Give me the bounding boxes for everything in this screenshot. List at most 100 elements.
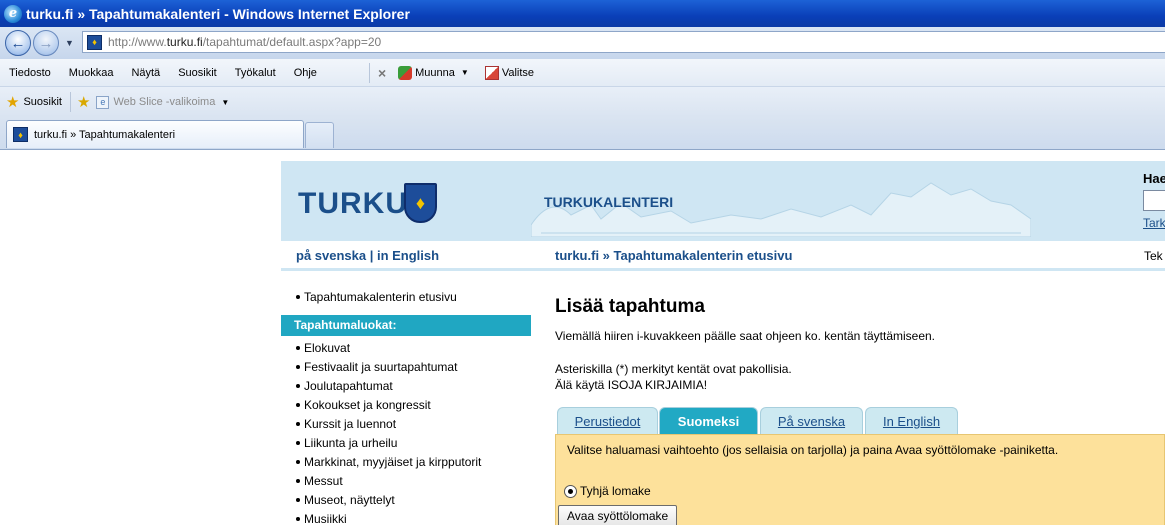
address-bar[interactable]: ♦ http://www. turku.fi/tapahtumat/default… xyxy=(82,31,1165,53)
category-label: Joulutapahtumat xyxy=(304,379,393,393)
window-titlebar: e turku.fi » Tapahtumakalenteri - Window… xyxy=(0,0,1165,27)
category-label: Liikunta ja urheilu xyxy=(304,436,398,450)
category-heading: Tapahtumaluokat: xyxy=(281,315,531,336)
chevron-down-icon[interactable]: ▼ xyxy=(221,98,229,107)
webslice-gallery-link[interactable]: Web Slice -valikoima xyxy=(113,96,215,108)
bullet-icon xyxy=(296,345,300,350)
category-label: Musiikki xyxy=(304,512,347,525)
new-tab-button[interactable] xyxy=(305,122,334,148)
menu-file[interactable]: Tiedosto xyxy=(0,67,59,79)
menu-edit[interactable]: Muokkaa xyxy=(59,67,122,79)
close-toolbar-icon[interactable]: × xyxy=(378,65,386,81)
required-notes: Asteriskilla (*) merkityt kentät ovat pa… xyxy=(555,361,792,393)
bullet-icon xyxy=(296,294,300,299)
favorites-star-icon[interactable]: ★ xyxy=(6,93,19,111)
category-list: Elokuvat Festivaalit ja suurtapahtumat J… xyxy=(296,339,481,525)
category-label: Festivaalit ja suurtapahtumat xyxy=(304,360,458,374)
webslice-icon: e xyxy=(96,95,110,109)
required-note: Asteriskilla (*) merkityt kentät ovat pa… xyxy=(555,362,792,376)
main-content: Lisää tapahtuma Viemällä hiiren i-kuvakk… xyxy=(555,296,1165,392)
add-favorite-icon[interactable]: ★ xyxy=(77,93,90,111)
text-size-link[interactable]: Tek xyxy=(1144,249,1163,263)
category-label: Elokuvat xyxy=(304,341,351,355)
category-item[interactable]: Kokoukset ja kongressit xyxy=(296,396,481,415)
site-favicon-icon: ♦ xyxy=(87,34,102,50)
advanced-search-link[interactable]: Tark xyxy=(1143,216,1165,230)
forward-button[interactable]: → xyxy=(33,30,59,56)
tab-in-english[interactable]: In English xyxy=(865,407,958,435)
radio-button[interactable] xyxy=(564,484,577,498)
language-links[interactable]: på svenska | in English xyxy=(296,248,439,263)
empty-form-option[interactable]: Tyhjä lomake xyxy=(564,484,651,498)
category-item[interactable]: Markkinat, myyjäiset ja kirpputorit xyxy=(296,453,481,472)
site-header: TURKU ♦ TURKUKALENTERI Hae Tark xyxy=(281,161,1165,241)
category-item[interactable]: Musiikki xyxy=(296,510,481,525)
radio-label: Tyhjä lomake xyxy=(580,484,651,498)
bullet-icon xyxy=(296,383,300,388)
caps-note: Älä käytä ISOJA KIRJAIMIA! xyxy=(555,378,708,392)
menu-view[interactable]: Näytä xyxy=(121,67,168,79)
favorites-separator xyxy=(69,92,71,112)
category-item[interactable]: Elokuvat xyxy=(296,339,481,358)
category-item[interactable]: Festivaalit ja suurtapahtumat xyxy=(296,358,481,377)
category-label: Kurssit ja luennot xyxy=(304,417,397,431)
browser-tab-row: ♦ turku.fi » Tapahtumakalenteri xyxy=(0,117,1165,150)
internet-explorer-icon: e xyxy=(4,4,22,23)
sidebar-home-link[interactable]: Tapahtumakalenterin etusivu xyxy=(296,290,457,304)
favorites-button[interactable]: Suosikit xyxy=(23,96,62,108)
bullet-icon xyxy=(296,516,300,521)
valitse-button[interactable]: Valitse xyxy=(484,65,535,80)
category-item[interactable]: Museot, näyttelyt xyxy=(296,491,481,510)
valitse-label: Valitse xyxy=(501,66,535,79)
url-path: /tapahtumat/default.aspx?app=20 xyxy=(202,35,382,49)
chevron-down-icon[interactable]: ▼ xyxy=(461,68,469,77)
url-domain: turku.fi xyxy=(166,35,203,49)
form-tabs: Perustiedot Suomeksi På svenska In Engli… xyxy=(555,407,1165,435)
menu-tools[interactable]: Työkalut xyxy=(225,67,284,79)
category-label: Museot, näyttelyt xyxy=(304,493,395,507)
muunna-label: Muunna xyxy=(415,66,455,79)
help-text: Viemällä hiiren i-kuvakkeen päälle saat … xyxy=(555,329,936,343)
history-dropdown-icon[interactable]: ▼ xyxy=(65,38,74,48)
bullet-icon xyxy=(296,459,300,464)
sidebar-home-label: Tapahtumakalenterin etusivu xyxy=(304,290,457,304)
category-item[interactable]: Joulutapahtumat xyxy=(296,377,481,396)
form-panel: Valitse haluamasi vaihtoehto (jos sellai… xyxy=(555,434,1165,525)
form-instructions: Valitse haluamasi vaihtoehto (jos sellai… xyxy=(567,443,1059,457)
bullet-icon xyxy=(296,421,300,426)
bullet-icon xyxy=(296,440,300,445)
open-form-button[interactable]: Avaa syöttölomake xyxy=(558,505,678,525)
muunna-button[interactable]: Muunna ▼ xyxy=(398,65,475,80)
tab-pa-svenska[interactable]: På svenska xyxy=(760,407,863,435)
search-label: Hae xyxy=(1143,171,1165,186)
bullet-icon xyxy=(296,497,300,502)
category-label: Messut xyxy=(304,474,343,488)
tab-perustiedot[interactable]: Perustiedot xyxy=(557,407,658,435)
breadcrumb[interactable]: turku.fi » Tapahtumakalenterin etusivu xyxy=(555,248,792,263)
toolbar-separator xyxy=(368,62,370,83)
tab-suomeksi[interactable]: Suomeksi xyxy=(659,407,758,435)
menu-bar: Tiedosto Muokkaa Näytä Suosikit Työkalut… xyxy=(0,59,1165,87)
category-item[interactable]: Kurssit ja luennot xyxy=(296,415,481,434)
category-label: Kokoukset ja kongressit xyxy=(304,398,431,412)
bullet-icon xyxy=(296,478,300,483)
turku-logo-text[interactable]: TURKU xyxy=(298,187,408,221)
favorites-bar: ★ Suosikit ★ e Web Slice -valikoima ▼ xyxy=(0,87,1165,117)
search-input[interactable] xyxy=(1143,190,1165,211)
back-button[interactable]: ← xyxy=(5,30,31,56)
category-label: Markkinat, myyjäiset ja kirpputorit xyxy=(304,455,482,469)
select-icon xyxy=(484,65,499,80)
convert-icon xyxy=(398,65,413,80)
url-prefix: http://www. xyxy=(108,35,167,49)
navigation-line: på svenska | in English turku.fi » Tapah… xyxy=(281,241,1165,271)
turku-crest-icon: ♦ xyxy=(404,183,437,223)
window-title: turku.fi » Tapahtumakalenteri - Windows … xyxy=(26,5,410,22)
site-favicon-icon: ♦ xyxy=(13,127,28,142)
category-item[interactable]: Liikunta ja urheilu xyxy=(296,434,481,453)
menu-favorites[interactable]: Suosikit xyxy=(168,67,225,79)
browser-tab-active[interactable]: ♦ turku.fi » Tapahtumakalenteri xyxy=(6,120,304,148)
address-toolbar: ← → ▼ ♦ http://www. turku.fi/tapahtumat/d… xyxy=(0,27,1165,59)
menu-help[interactable]: Ohje xyxy=(284,67,325,79)
category-item[interactable]: Messut xyxy=(296,472,481,491)
page-viewport: TURKU ♦ TURKUKALENTERI Hae Tark på svens… xyxy=(0,151,1165,525)
